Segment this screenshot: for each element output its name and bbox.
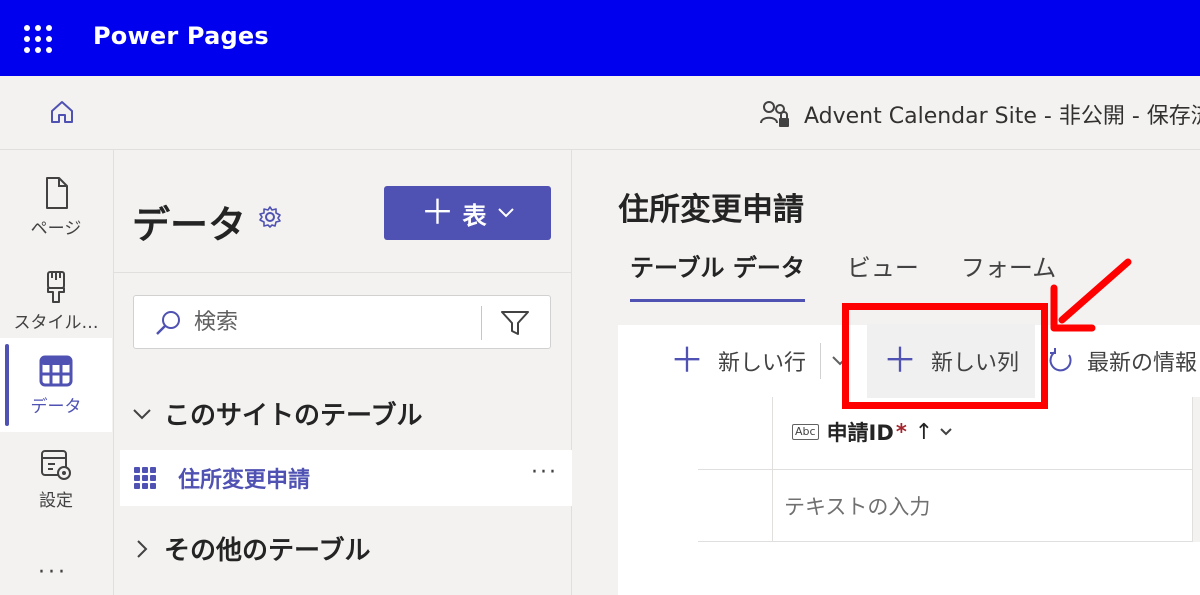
cell-text-input[interactable]: テキストの入力: [784, 491, 930, 521]
rail-item-label: ページ: [30, 218, 82, 239]
plus-icon: ＋: [420, 193, 455, 233]
annotation-arrow-icon: [1050, 258, 1132, 332]
divider: [481, 306, 482, 340]
row-divider: [698, 541, 1200, 542]
table-icon: [39, 355, 73, 386]
required-marker: *: [895, 420, 907, 444]
rail-item-styles[interactable]: スタイル…: [0, 254, 112, 348]
rail-item-label: データ: [30, 396, 82, 417]
home-icon[interactable]: [48, 98, 76, 126]
tab-views[interactable]: ビュー: [847, 250, 919, 302]
divider: [114, 272, 572, 273]
new-row-button[interactable]: ＋ 新しい行: [670, 341, 806, 381]
new-table-button[interactable]: ＋ 表: [384, 186, 551, 240]
chevron-down-icon: [497, 208, 514, 218]
rail-item-label: 設定: [39, 490, 73, 511]
table-item-name: 住所変更申請: [178, 468, 311, 493]
site-header-bar: Advent Calendar Site - 非公開 - 保存済: [0, 76, 1200, 150]
table-item-address-change[interactable]: 住所変更申請 ···: [120, 450, 572, 506]
nav-rail: ページ スタイル… データ 設定 ···: [0, 150, 114, 595]
rail-item-label: スタイル…: [13, 312, 99, 333]
gear-icon[interactable]: [258, 205, 282, 229]
new-row-label: 新しい行: [718, 351, 807, 376]
annotation-highlight-box: [842, 303, 1048, 409]
rail-item-settings[interactable]: 設定: [0, 432, 112, 526]
site-status[interactable]: Advent Calendar Site - 非公開 - 保存済: [760, 98, 1200, 130]
app-title[interactable]: Power Pages: [93, 22, 269, 50]
rail-item-data[interactable]: データ: [0, 338, 112, 432]
refresh-label: 最新の情報: [1087, 351, 1198, 376]
refresh-button[interactable]: 最新の情報: [1047, 341, 1197, 381]
column-header-application-id[interactable]: Abc 申請ID * ↑: [792, 417, 953, 447]
search-input[interactable]: [194, 306, 474, 338]
tab-list: テーブル データ ビュー フォーム: [630, 250, 1098, 306]
plus-icon: ＋: [670, 341, 704, 381]
tab-table-data[interactable]: テーブル データ: [630, 250, 805, 302]
more-options-icon[interactable]: ···: [531, 460, 558, 485]
next-column: [1192, 397, 1200, 542]
section-other-tables[interactable]: その他のテーブル: [132, 530, 370, 567]
page-icon: [46, 176, 68, 209]
brush-icon: [47, 270, 65, 303]
refresh-icon: [1049, 348, 1072, 372]
site-status-text: Advent Calendar Site - 非公開 - 保存済: [804, 104, 1200, 129]
search-icon: [156, 311, 180, 335]
chevron-down-icon: [133, 408, 151, 419]
section-label: その他のテーブル: [164, 536, 371, 566]
panel-title: データ: [132, 203, 247, 247]
settings-icon: [41, 449, 71, 480]
app-bar: Power Pages: [0, 0, 1200, 76]
data-panel: データ ＋ 表 このサイトのテーブル 住所変更申請: [114, 150, 572, 595]
new-table-label: 表: [462, 201, 487, 230]
section-this-site-tables[interactable]: このサイトのテーブル: [132, 395, 422, 432]
table-grid-icon: [134, 467, 156, 489]
column-header-label: 申請ID: [826, 421, 894, 445]
more-icon[interactable]: ···: [38, 560, 68, 585]
rail-item-pages[interactable]: ページ: [0, 160, 112, 254]
sort-ascending-icon: ↑: [914, 419, 934, 445]
row-divider: [698, 469, 1200, 470]
section-label: このサイトのテーブル: [164, 401, 423, 431]
people-lock-icon: [760, 101, 789, 127]
chevron-down-icon: [940, 428, 952, 436]
waffle-icon[interactable]: [24, 25, 52, 53]
divider: [820, 343, 822, 379]
search-box: [133, 295, 551, 349]
chevron-right-icon: [137, 539, 148, 558]
filter-icon[interactable]: [500, 309, 530, 337]
text-type-icon: Abc: [792, 424, 819, 440]
page-title: 住所変更申請: [618, 192, 804, 228]
